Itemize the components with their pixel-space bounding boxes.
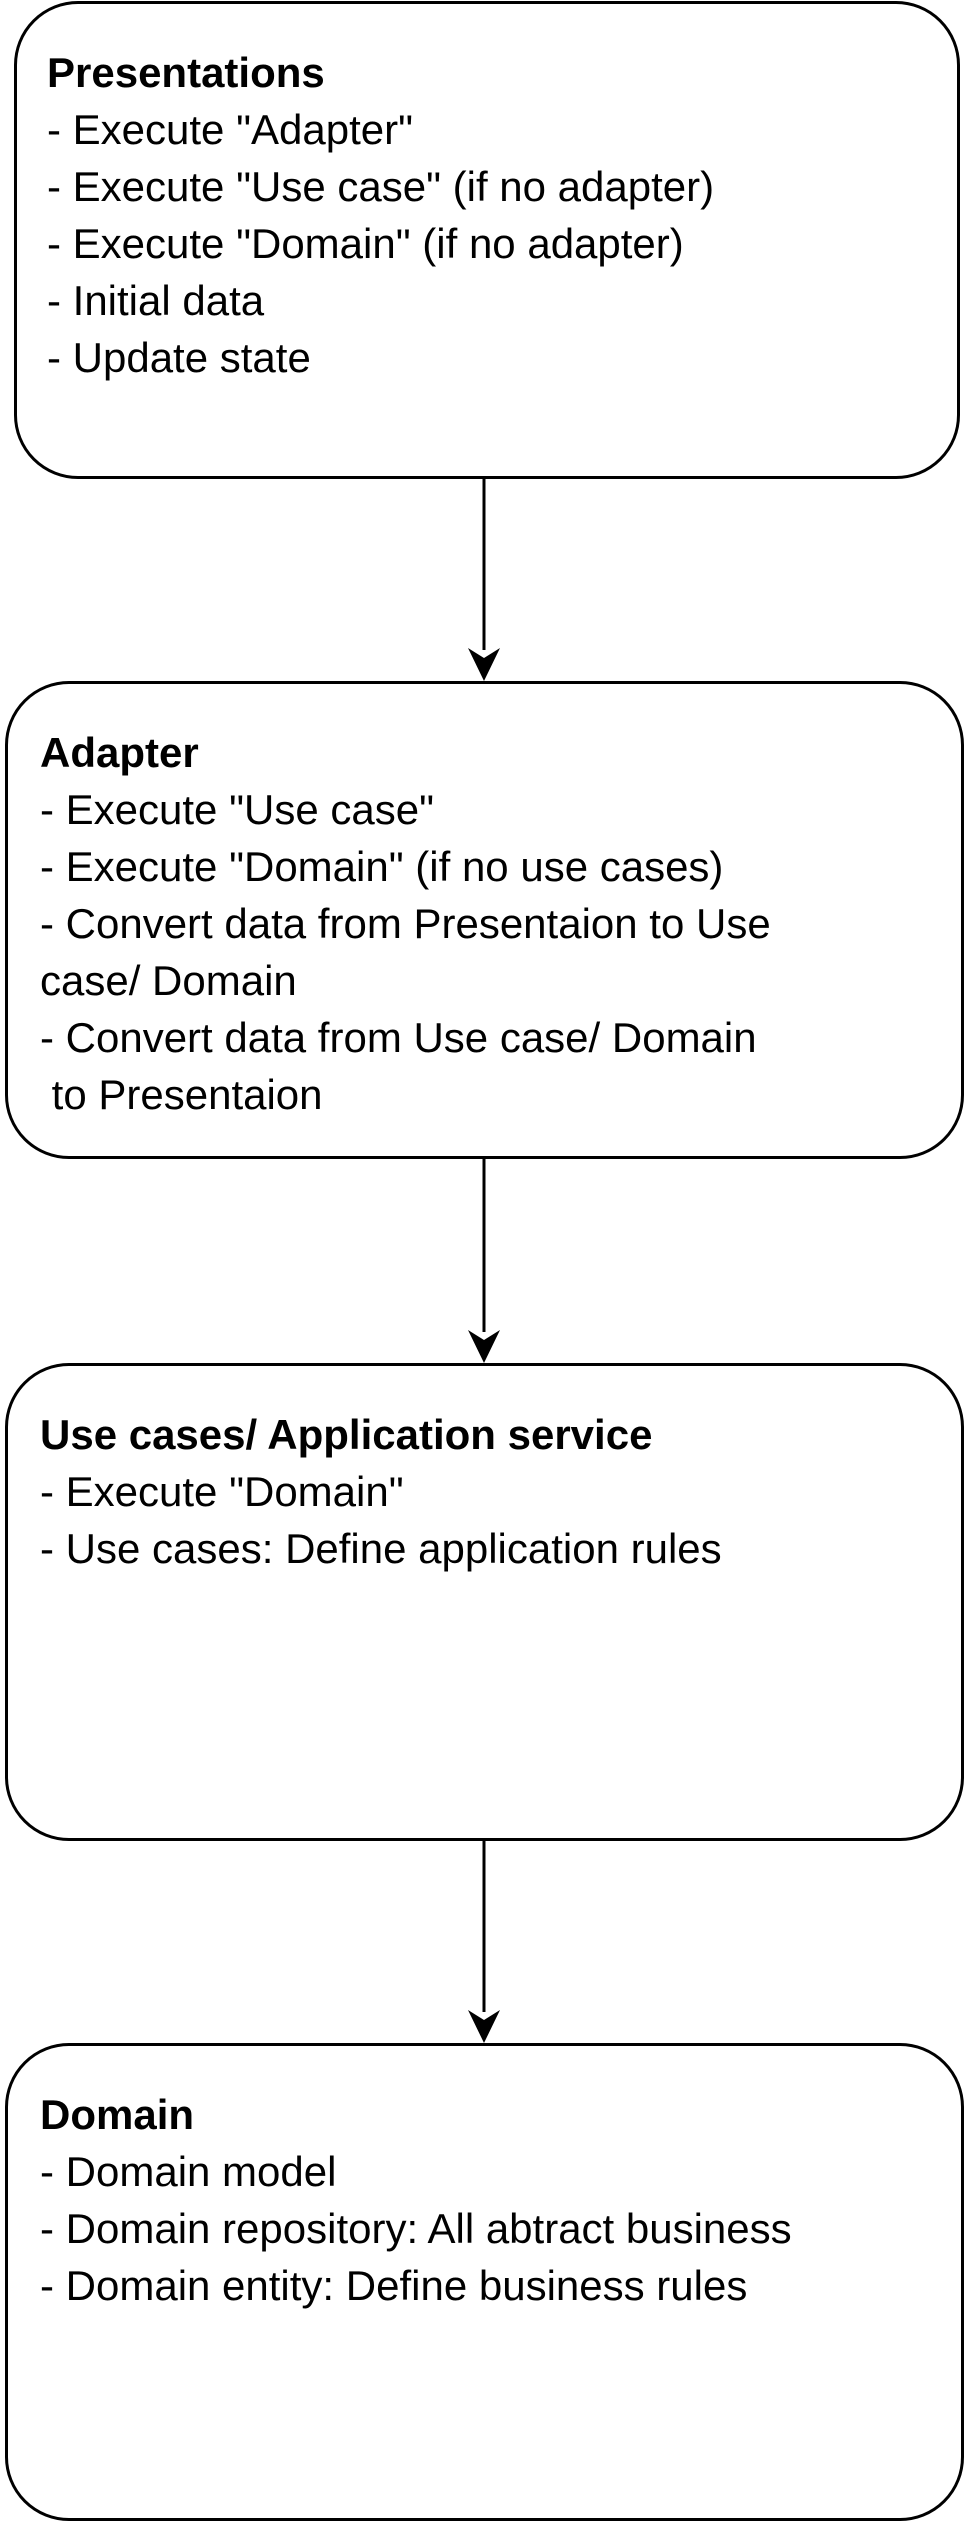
- adapter-line: - Execute "Use case": [40, 786, 434, 833]
- usecases-box-text: Use cases/ Application service - Execute…: [40, 1406, 931, 1577]
- domain-box-text: Domain - Domain model - Domain repositor…: [40, 2086, 931, 2314]
- usecases-line: - Execute "Domain": [40, 1468, 404, 1515]
- arrow-adapter-to-usecases: [468, 1159, 500, 1363]
- presentations-line: - Execute "Adapter": [47, 106, 414, 153]
- adapter-line: - Convert data from Use case/ Domain: [40, 1014, 757, 1061]
- presentations-line: - Update state: [47, 334, 311, 381]
- arrow-usecases-to-domain: [468, 1841, 500, 2043]
- presentations-line: - Initial data: [47, 277, 265, 324]
- presentations-box: Presentations - Execute "Adapter" - Exec…: [14, 1, 960, 479]
- arrow-presentations-to-adapter: [468, 479, 500, 681]
- domain-line: - Domain repository: All abtract busines…: [40, 2205, 792, 2252]
- adapter-line: - Execute "Domain" (if no use cases): [40, 843, 724, 890]
- domain-line: - Domain model: [40, 2148, 337, 2195]
- presentations-box-title: Presentations: [47, 49, 325, 96]
- adapter-line: case/ Domain: [40, 957, 297, 1004]
- domain-box-title: Domain: [40, 2091, 195, 2138]
- domain-line: - Domain entity: Define business rules: [40, 2262, 748, 2309]
- presentations-line: - Execute "Use case" (if no adapter): [47, 163, 715, 210]
- adapter-line: to Presentaion: [40, 1071, 323, 1118]
- adapter-box: Adapter - Execute "Use case" - Execute "…: [5, 681, 964, 1159]
- usecases-box: Use cases/ Application service - Execute…: [5, 1363, 964, 1841]
- usecases-line: - Use cases: Define application rules: [40, 1525, 722, 1572]
- adapter-box-text: Adapter - Execute "Use case" - Execute "…: [40, 724, 931, 1123]
- usecases-box-title: Use cases/ Application service: [40, 1411, 653, 1458]
- adapter-box-title: Adapter: [40, 729, 199, 776]
- adapter-line: - Convert data from Presentaion to Use: [40, 900, 771, 947]
- domain-box: Domain - Domain model - Domain repositor…: [5, 2043, 964, 2521]
- presentations-line: - Execute "Domain" (if no adapter): [47, 220, 684, 267]
- presentations-box-text: Presentations - Execute "Adapter" - Exec…: [47, 44, 927, 386]
